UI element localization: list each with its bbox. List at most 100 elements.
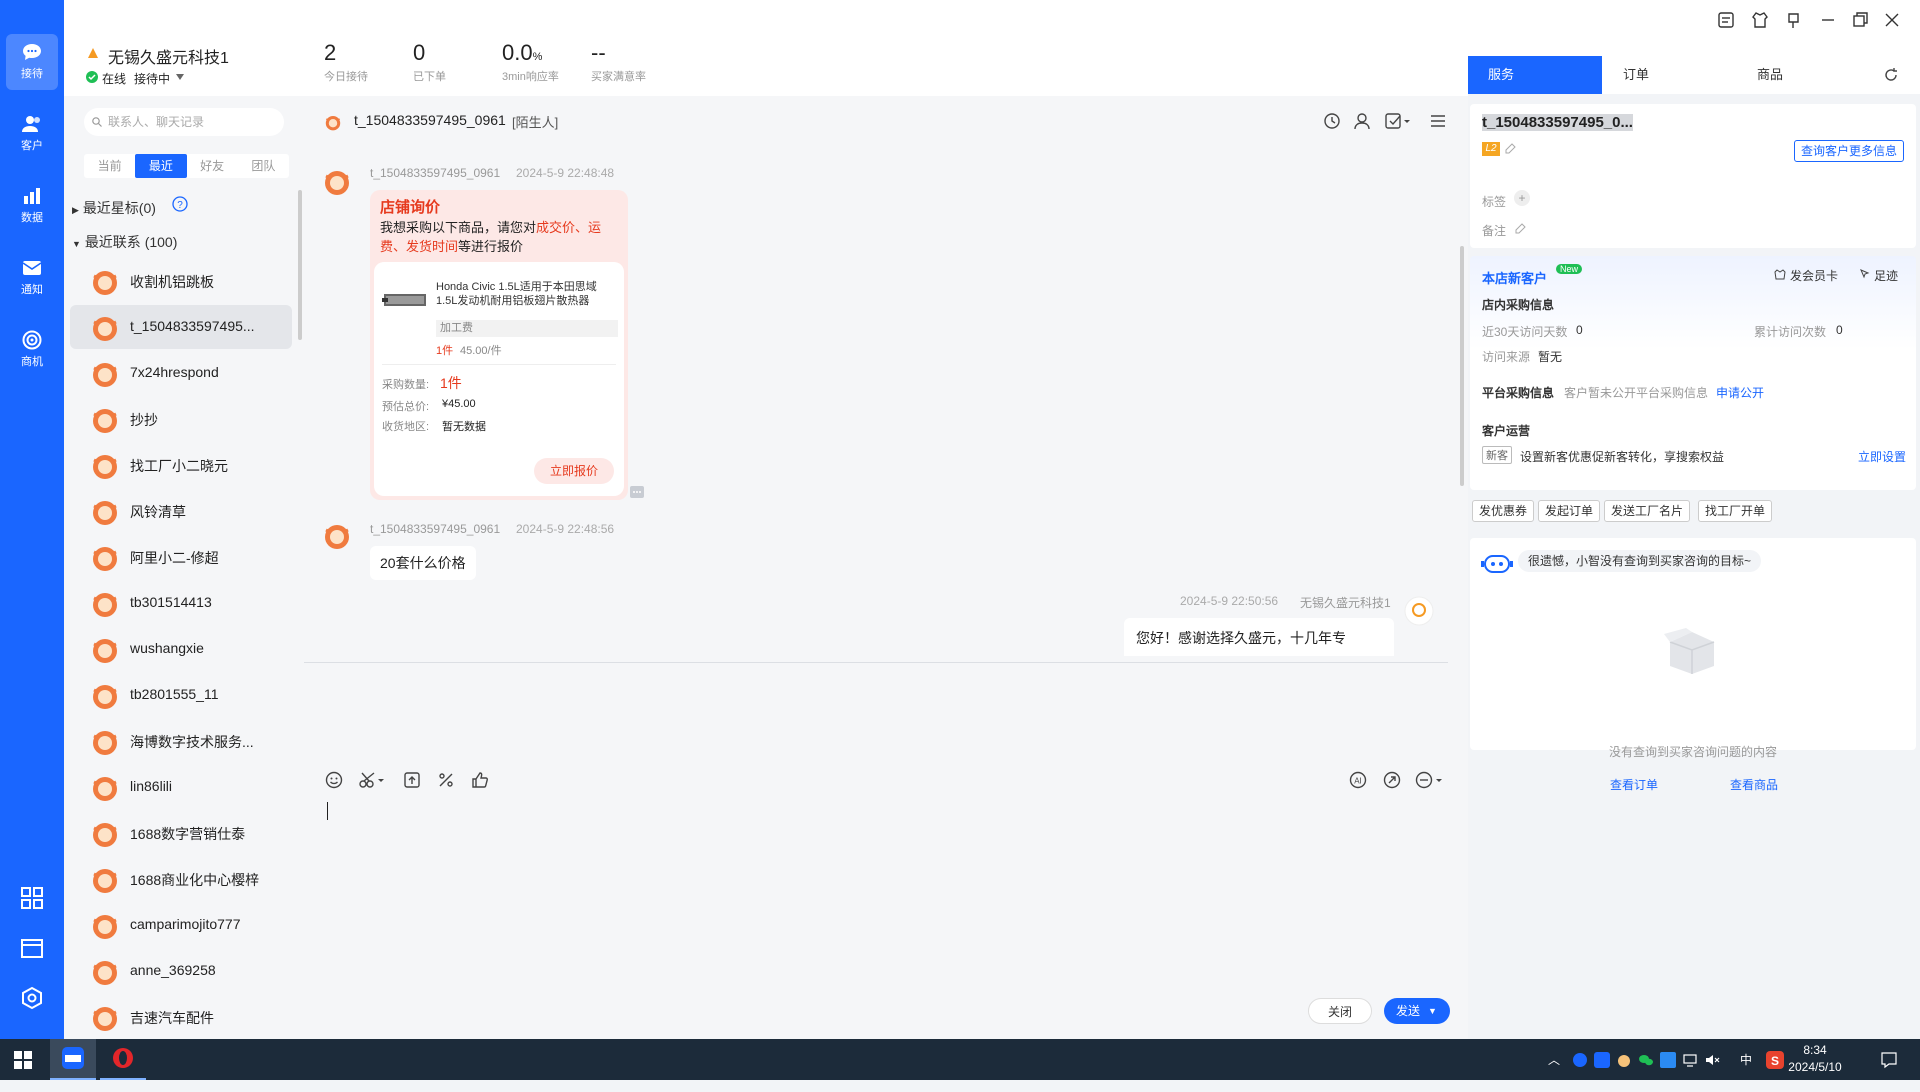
tab-friends[interactable]: 好友 bbox=[187, 154, 238, 178]
clock-date[interactable]: 2024/5/10 bbox=[1784, 1060, 1846, 1074]
product-title[interactable]: Honda Civic 1.5L适用于本田思域1.5L发动机耐用铝板翅片散热器 bbox=[436, 280, 618, 308]
transfer-icon[interactable] bbox=[1322, 111, 1342, 131]
contact-item[interactable]: 海博数字技术服务... bbox=[70, 719, 292, 763]
chat-scrollbar[interactable] bbox=[1460, 246, 1464, 486]
tab-recent[interactable]: 最近 bbox=[135, 154, 187, 178]
tab-service[interactable]: 服务 bbox=[1468, 56, 1602, 94]
send-coupon-button[interactable]: 发优惠券 bbox=[1472, 500, 1535, 522]
close-icon[interactable] bbox=[1882, 10, 1902, 30]
pin-icon[interactable] bbox=[1784, 10, 1804, 30]
nav-customers[interactable]: 客户 bbox=[6, 106, 58, 162]
caret-down-icon[interactable] bbox=[176, 74, 184, 80]
discount-icon[interactable] bbox=[436, 770, 456, 790]
contact-item[interactable]: wushangxie bbox=[70, 627, 292, 671]
more-dots-icon[interactable] bbox=[630, 486, 644, 500]
send-options-caret[interactable]: ▼ bbox=[1428, 998, 1437, 1024]
ai-icon[interactable]: AI bbox=[1348, 770, 1368, 790]
contact-item[interactable]: 收割机铝跳板 bbox=[70, 259, 292, 303]
contact-item[interactable]: 7x24hrespond bbox=[70, 351, 292, 395]
nav-reception[interactable]: 接待 bbox=[6, 34, 58, 90]
starred-group[interactable]: ▶ 最近星标(0) bbox=[72, 198, 156, 218]
quick-reply-icon[interactable] bbox=[1382, 770, 1402, 790]
scissors-icon[interactable] bbox=[358, 770, 386, 790]
tray-1688-icon[interactable] bbox=[1594, 1052, 1610, 1068]
nav-notify[interactable]: 通知 bbox=[6, 250, 58, 306]
chat-bubble-icon bbox=[23, 44, 41, 60]
contact-item[interactable]: tb301514413 bbox=[70, 581, 292, 625]
view-order-link[interactable]: 查看订单 bbox=[1610, 776, 1658, 793]
contact-item[interactable]: 1688商业化中心樱梓 bbox=[70, 857, 292, 901]
service-menu-icon[interactable] bbox=[1414, 770, 1444, 790]
wechat-icon[interactable] bbox=[1638, 1052, 1654, 1068]
apply-public-link[interactable]: 申请公开 bbox=[1716, 384, 1764, 401]
tray-app-icon[interactable] bbox=[1572, 1052, 1588, 1068]
upload-icon[interactable] bbox=[402, 770, 422, 790]
ime-indicator[interactable]: 中 bbox=[1740, 1051, 1752, 1068]
volume-muted-icon[interactable] bbox=[1704, 1052, 1720, 1068]
mode-select[interactable]: 接待中 bbox=[134, 70, 170, 87]
tab-goods[interactable]: 商品 bbox=[1757, 56, 1783, 94]
query-more-button[interactable]: 查询客户更多信息 bbox=[1794, 140, 1905, 162]
edit-note-icon[interactable] bbox=[1514, 223, 1526, 235]
user-profile-icon[interactable] bbox=[1352, 111, 1372, 131]
contact-item[interactable]: 找工厂小二晓元 bbox=[70, 443, 292, 487]
tray-blue-icon[interactable] bbox=[1660, 1052, 1676, 1068]
minimize-icon[interactable] bbox=[1818, 10, 1838, 30]
tray-chevron-icon[interactable]: ︿ bbox=[1548, 1051, 1560, 1068]
nav-opportunity[interactable]: 商机 bbox=[6, 322, 58, 378]
footprint-button[interactable]: 足迹 bbox=[1874, 267, 1898, 284]
ops-text: 设置新客优惠促新客转化，享搜索权益 bbox=[1520, 450, 1725, 464]
tray-cat-icon[interactable] bbox=[1616, 1052, 1632, 1068]
notes-icon[interactable] bbox=[1716, 10, 1736, 30]
tab-team[interactable]: 团队 bbox=[238, 154, 289, 178]
add-tag-button[interactable]: + bbox=[1514, 190, 1530, 206]
member-card-button[interactable]: 发会员卡 bbox=[1790, 267, 1838, 284]
send-factory-card-button[interactable]: 发送工厂名片 bbox=[1604, 500, 1691, 522]
windows-start-icon[interactable] bbox=[14, 1051, 32, 1069]
contact-scrollbar[interactable] bbox=[298, 190, 302, 340]
close-button[interactable]: 关闭 bbox=[1308, 998, 1372, 1024]
contact-item[interactable]: anne_369258 bbox=[70, 949, 292, 993]
emoji-icon[interactable] bbox=[324, 770, 344, 790]
settings-hex-icon[interactable] bbox=[20, 986, 44, 1010]
taskbar-app-1688[interactable] bbox=[50, 1039, 96, 1080]
contact-item[interactable]: t_1504833597495... bbox=[70, 305, 292, 349]
apps-grid-icon[interactable] bbox=[20, 886, 44, 910]
task-check-icon[interactable] bbox=[1384, 111, 1412, 131]
contact-item[interactable]: lin86lili bbox=[70, 765, 292, 809]
refresh-icon[interactable] bbox=[1882, 66, 1900, 84]
sogou-icon[interactable]: S bbox=[1766, 1051, 1784, 1069]
right-panel: 服务 订单 商品 t_1504833597495_0... L2 查询客户更多信… bbox=[1468, 56, 1920, 1039]
contact-item[interactable]: 抄抄 bbox=[70, 397, 292, 441]
contact-item[interactable]: 1688数字营销仕泰 bbox=[70, 811, 292, 855]
send-button[interactable]: 发送 ▼ bbox=[1384, 998, 1450, 1024]
contact-item[interactable]: tb2801555_11 bbox=[70, 673, 292, 717]
calendar-icon[interactable] bbox=[20, 936, 44, 960]
view-goods-link[interactable]: 查看商品 bbox=[1730, 776, 1778, 793]
contact-item[interactable]: 风铃清草 bbox=[70, 489, 292, 533]
notification-center-icon[interactable] bbox=[1880, 1051, 1898, 1069]
contact-item[interactable]: 吉速汽车配件 bbox=[70, 995, 292, 1039]
set-now-link[interactable]: 立即设置 bbox=[1858, 448, 1906, 465]
menu-icon[interactable] bbox=[1428, 111, 1448, 131]
product-image[interactable] bbox=[382, 280, 428, 320]
thumbs-up-icon[interactable] bbox=[470, 770, 490, 790]
create-order-button[interactable]: 发起订单 bbox=[1538, 500, 1601, 522]
search-input[interactable]: 联系人、聊天记录 bbox=[84, 108, 284, 136]
quote-button[interactable]: 立即报价 bbox=[534, 458, 614, 484]
tab-orders[interactable]: 订单 bbox=[1623, 56, 1649, 94]
factory-order-button[interactable]: 找工厂开单 bbox=[1698, 500, 1773, 522]
tab-current[interactable]: 当前 bbox=[84, 154, 135, 178]
nav-data[interactable]: 数据 bbox=[6, 178, 58, 234]
edit-icon[interactable] bbox=[1504, 143, 1516, 155]
help-icon[interactable]: ? bbox=[172, 196, 188, 212]
skin-icon[interactable] bbox=[1750, 10, 1770, 30]
taskbar-app-opera[interactable] bbox=[100, 1039, 146, 1080]
contact-item[interactable]: camparimojito777 bbox=[70, 903, 292, 947]
clock-time[interactable]: 8:34 bbox=[1784, 1043, 1846, 1057]
restore-icon[interactable] bbox=[1850, 10, 1870, 30]
network-icon[interactable] bbox=[1682, 1052, 1698, 1068]
inquiry-product: Honda Civic 1.5L适用于本田思域1.5L发动机耐用铝板翅片散热器 … bbox=[374, 262, 624, 496]
contact-item[interactable]: 阿里小二-修超 bbox=[70, 535, 292, 579]
recent-group[interactable]: ▼ 最近联系 (100) bbox=[72, 232, 177, 252]
